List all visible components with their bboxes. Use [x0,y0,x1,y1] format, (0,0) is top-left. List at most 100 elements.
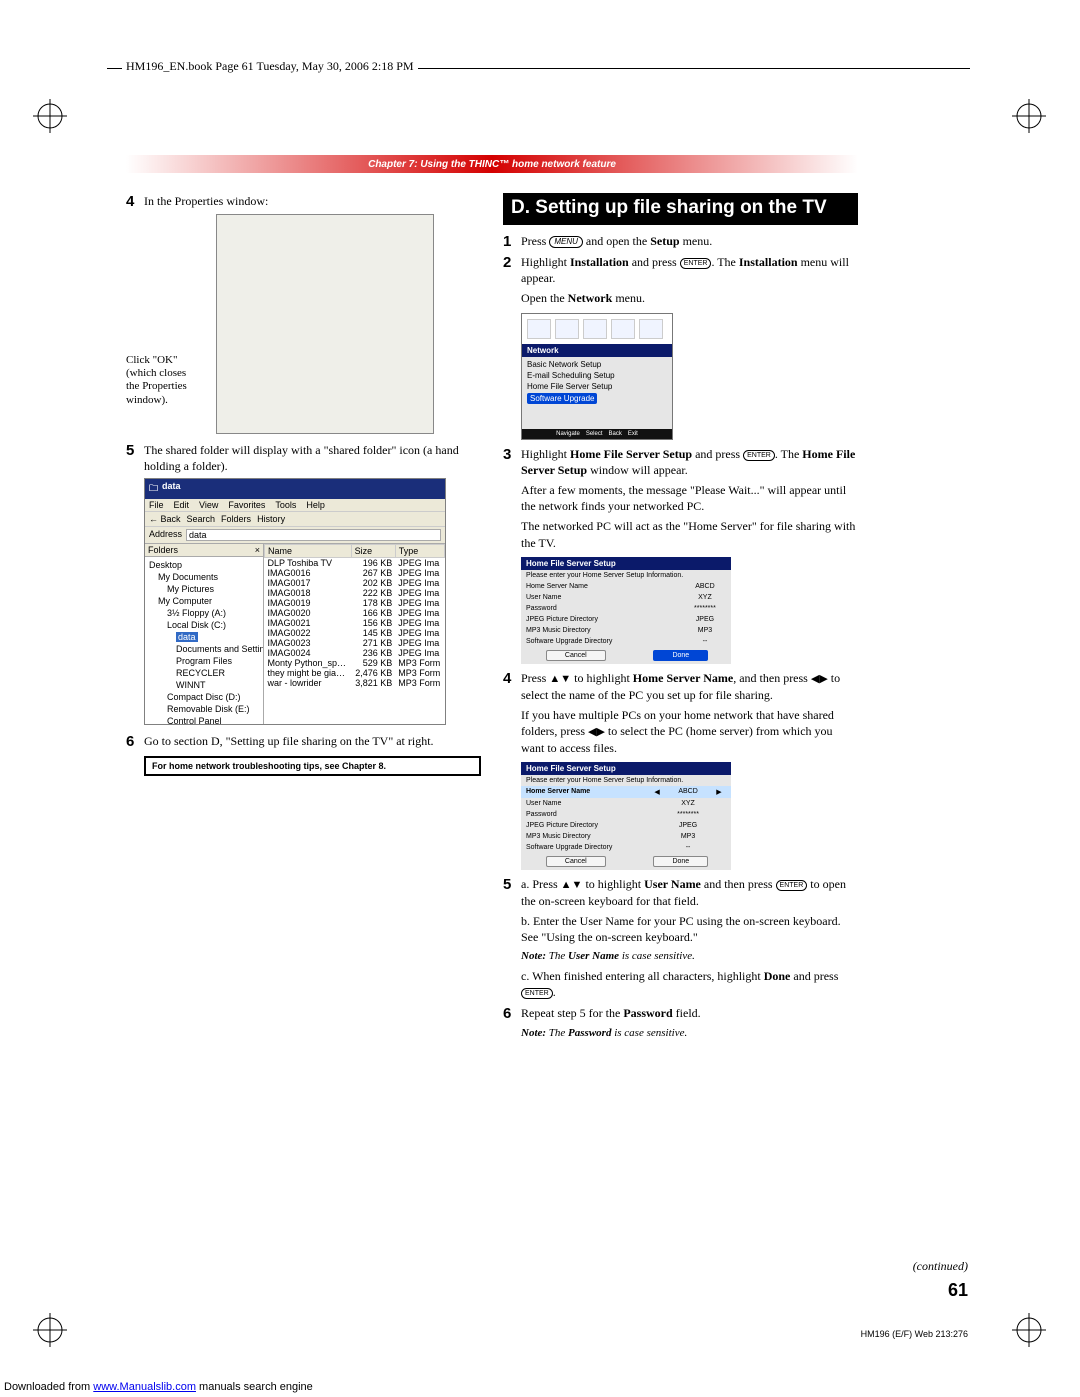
table-row[interactable]: IMAG0020166 KBJPEG Ima [265,608,445,618]
crop-mark-icon [33,99,67,133]
form-row: JPEG Picture DirectoryJPEG [521,820,731,831]
done-button[interactable]: Done [653,650,708,661]
tree-node[interactable]: WINNT [176,680,206,690]
note: Note: The Password is case sensitive. [521,1026,858,1041]
left-column: 4 In the Properties window: Click "OK" (… [126,193,481,1044]
menu-item[interactable]: Favorites [228,500,265,510]
enter-button-icon: ENTER [743,450,775,461]
book-header: HM196_EN.book Page 61 Tuesday, May 30, 2… [122,59,418,74]
tv-menu-item[interactable]: E-mail Scheduling Setup [527,370,667,381]
tree-node[interactable]: data [176,632,198,642]
step-text: a. Press ▲▼ to highlight User Name and t… [521,876,858,909]
table-row[interactable]: IMAG0019178 KBJPEG Ima [265,598,445,608]
note: Note: The User Name is case sensitive. [521,949,858,964]
form-row: JPEG Picture DirectoryJPEG [521,614,731,625]
cancel-button[interactable]: Cancel [546,856,606,867]
tree-node[interactable]: Control Panel [167,716,222,724]
tips-box: For home network troubleshooting tips, s… [144,756,481,776]
table-row[interactable]: DLP Toshiba TV196 KBJPEG Ima [265,558,445,569]
toolbar-button[interactable]: Folders [221,514,251,524]
toolbar-button[interactable]: History [257,514,285,524]
right-column: D. Setting up file sharing on the TV 1 P… [503,193,858,1044]
address-input[interactable] [186,529,441,541]
section-heading: D. Setting up file sharing on the TV [503,193,858,225]
tv-menu-item[interactable]: Home File Server Setup [527,381,667,392]
tv-network-menu: Network Basic Network SetupE-mail Schedu… [521,313,673,440]
step-text: Press ▲▼ to highlight Home Server Name, … [521,670,858,703]
tree-node[interactable]: Program Files [176,656,232,666]
step-text: In the Properties window: [144,193,268,209]
menu-item[interactable]: Tools [275,500,296,510]
content-area: Chapter 7: Using the THINC™ home network… [126,155,858,1044]
close-icon[interactable]: × [255,545,260,555]
tree-node[interactable]: Removable Disk (E:) [167,704,250,714]
toolbar-button[interactable]: ← Back [149,514,181,524]
form-row: MP3 Music DirectoryMP3 [521,625,731,636]
table-row[interactable]: IMAG0023271 KBJPEG Ima [265,638,445,648]
step-text: Highlight Installation and press ENTER. … [521,254,858,286]
table-row[interactable]: they might be gia…2,476 KBMP3 Form [265,668,445,678]
continued-label: (continued) [913,1259,968,1274]
page-number: 61 [948,1280,968,1300]
crop-mark-icon [33,1313,67,1347]
enter-button-icon: ENTER [680,258,712,269]
form-row: User NameXYZ [521,592,731,603]
tree-node[interactable]: Desktop [149,560,182,570]
menu-button-icon: MENU [549,236,583,248]
form-row: MP3 Music DirectoryMP3 [521,831,731,842]
arrow-up-down-icon: ▲▼ [561,879,583,891]
tree-node[interactable]: Documents and Settings [176,644,264,654]
menu-item[interactable]: File [149,500,164,510]
tree-node[interactable]: 3½ Floppy (A:) [167,608,226,618]
tree-node[interactable]: My Computer [158,596,212,606]
step-text: Press MENU and open the Setup menu. [521,233,712,249]
table-row[interactable]: Monty Python_sp…529 KBMP3 Form [265,658,445,668]
table-row[interactable]: IMAG0021156 KBJPEG Ima [265,618,445,628]
form-row: Home Server NameABCD [521,581,731,592]
column-header[interactable]: Size [351,545,395,558]
table-row[interactable]: IMAG0024236 KBJPEG Ima [265,648,445,658]
step-number: 6 [126,733,144,750]
step-number: 5 [126,442,144,459]
tv-form-2: Home File Server Setup Please enter your… [521,762,731,870]
step-text: The shared folder will display with a "s… [144,442,481,474]
form-row: Password******** [521,809,731,820]
tree-node[interactable]: Local Disk (C:) [167,620,226,630]
chapter-banner-text: Chapter 7: Using the THINC™ home network… [368,159,616,170]
form-row: Software Upgrade Directory-- [521,636,731,647]
tv-form-1: Home File Server Setup Please enter your… [521,557,731,664]
step-text: Highlight Home File Server Setup and pre… [521,446,858,478]
page: HM196_EN.book Page 61 Tuesday, May 30, 2… [0,0,1080,1397]
tv-menu-item[interactable]: Basic Network Setup [527,359,667,370]
arrow-up-down-icon: ▲▼ [549,673,571,685]
explorer-screenshot: 🗀 data File Edit View Favorites Tools Help ← B… [144,478,446,725]
tree-node[interactable]: RECYCLER [176,668,225,678]
toolbar-button[interactable]: Search [187,514,216,524]
step-number: 4 [126,193,144,210]
table-row[interactable]: IMAG0018222 KBJPEG Ima [265,588,445,598]
menu-item[interactable]: View [199,500,218,510]
tree-node[interactable]: My Pictures [167,584,214,594]
column-header[interactable]: Type [395,545,444,558]
arrow-left-right-icon: ◀▶ [588,726,605,738]
footer-code: HM196 (E/F) Web 213:276 [861,1329,968,1339]
manualslib-link[interactable]: www.Manualslib.com [93,1381,196,1393]
table-row[interactable]: IMAG0017202 KBJPEG Ima [265,578,445,588]
form-row: Software Upgrade Directory-- [521,842,731,853]
table-row[interactable]: war - lowrider3,821 KBMP3 Form [265,678,445,688]
column-header[interactable]: Name [265,545,352,558]
done-button[interactable]: Done [653,856,708,867]
tv-menu-item[interactable]: Software Upgrade [527,392,667,405]
table-row[interactable]: IMAG0016267 KBJPEG Ima [265,568,445,578]
folder-icon: 🗀 [149,481,158,497]
menu-item[interactable]: Help [306,500,325,510]
chapter-banner: Chapter 7: Using the THINC™ home network… [126,155,858,173]
tree-node[interactable]: Compact Disc (D:) [167,692,241,702]
table-row[interactable]: IMAG0022145 KBJPEG Ima [265,628,445,638]
tree-node[interactable]: My Documents [158,572,218,582]
crop-mark-icon [1012,1313,1046,1347]
cancel-button[interactable]: Cancel [546,650,606,661]
menu-item[interactable]: Edit [174,500,190,510]
ok-callout: Click "OK" (which closes the Properties … [126,354,212,434]
form-row: Home Server Name◀ABCD▶ [521,786,731,798]
